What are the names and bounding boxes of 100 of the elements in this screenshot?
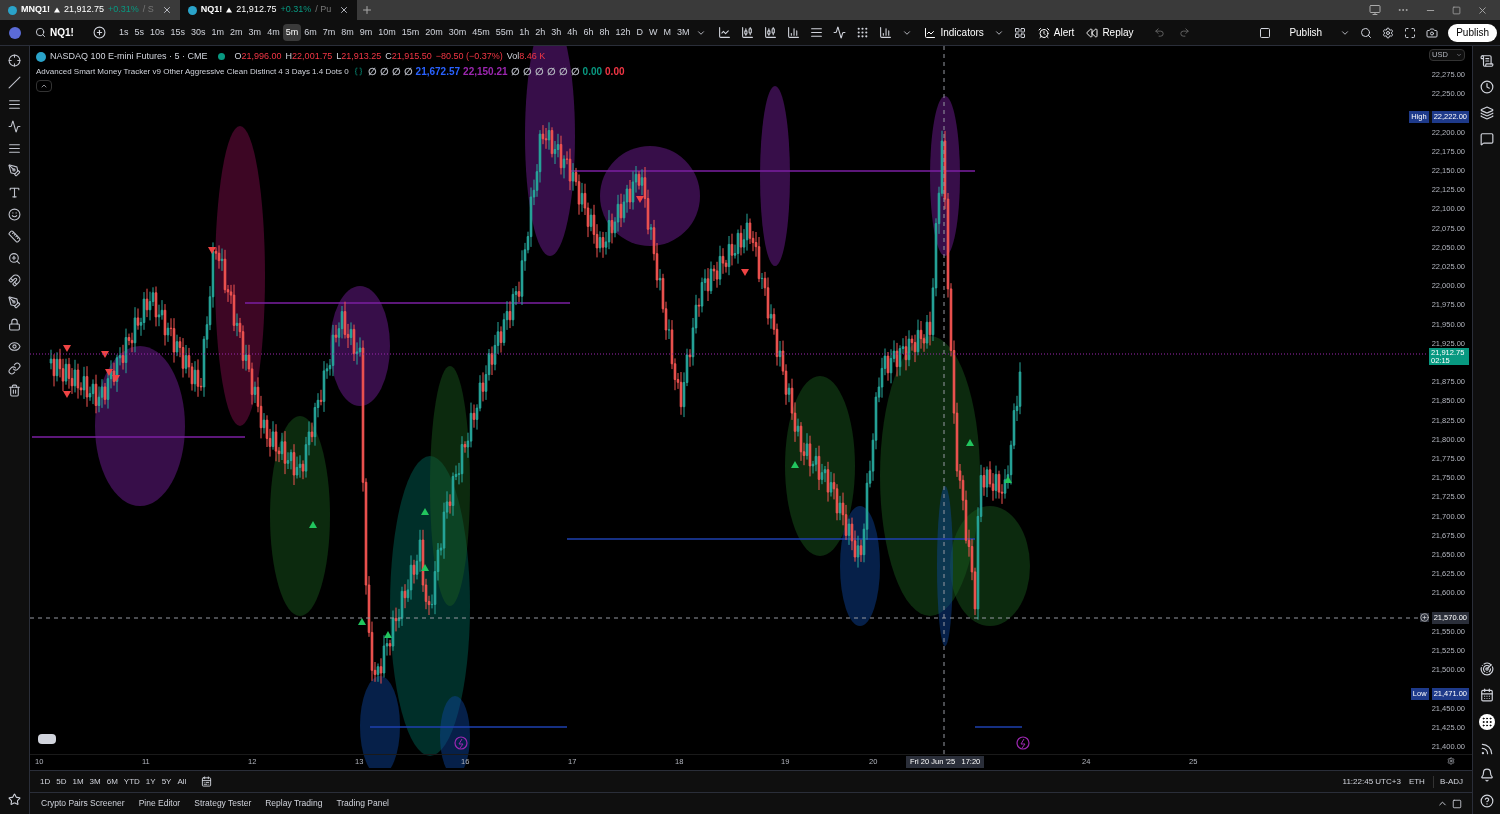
interval-tab[interactable]: 10m (375, 24, 399, 41)
interval-tab[interactable]: W (645, 24, 661, 41)
fullscreen-icon[interactable] (1404, 26, 1417, 39)
range-button[interactable]: 6M (103, 775, 121, 788)
interval-tab[interactable]: 1s (116, 24, 132, 41)
new-tab-icon[interactable] (361, 4, 374, 16)
lines-icon[interactable] (8, 98, 21, 111)
zoom-in-icon[interactable] (8, 252, 21, 265)
layers-icon[interactable] (1479, 106, 1494, 120)
braces-icon[interactable] (353, 67, 363, 76)
interval-tab[interactable]: 8m (338, 24, 357, 41)
interval-tab[interactable]: 5m (282, 24, 302, 41)
interval-tab[interactable]: 30m (445, 24, 470, 41)
chat-icon[interactable] (1479, 132, 1494, 146)
alarm-icon[interactable] (1479, 80, 1494, 94)
dots-icon[interactable] (856, 26, 870, 39)
interval-tab[interactable]: 2m (227, 24, 246, 41)
interval-tab[interactable]: 12h (612, 24, 634, 41)
apps-icon[interactable] (1478, 714, 1495, 730)
close-icon[interactable] (1477, 4, 1488, 16)
calendar-icon[interactable] (201, 776, 213, 787)
interval-tab[interactable]: 3M (673, 24, 693, 41)
ruler-icon[interactable] (8, 230, 21, 243)
candles-icon[interactable] (741, 26, 755, 39)
add-symbol-icon[interactable] (93, 26, 106, 39)
indicators-button[interactable]: Indicators (924, 25, 984, 40)
undo-icon[interactable] (1153, 27, 1165, 38)
link-icon[interactable] (8, 362, 21, 375)
lightning-icon[interactable] (1016, 736, 1030, 750)
text-icon[interactable] (8, 186, 21, 199)
panel-tab[interactable]: Strategy Tester (189, 797, 257, 810)
feed-icon[interactable] (1479, 742, 1494, 756)
interval-tab[interactable]: 6m (301, 24, 320, 41)
range-button[interactable]: 5Y (158, 775, 175, 788)
search-icon[interactable] (1360, 26, 1373, 39)
range-button[interactable]: 1Y (142, 775, 159, 788)
interval-tab[interactable]: 7m (319, 24, 339, 41)
lock-icon[interactable] (8, 318, 21, 331)
browser-tab[interactable]: NQ1! 21,912.75 +0.31% / Pu (179, 0, 358, 20)
watchlist-icon[interactable] (1479, 54, 1494, 68)
smiley-icon[interactable] (8, 208, 21, 221)
calendar-icon[interactable] (1479, 688, 1494, 702)
range-button[interactable]: 1D (37, 775, 54, 788)
panel-tab[interactable]: Pine Editor (133, 797, 186, 810)
interval-tab[interactable]: 5s (131, 24, 148, 41)
trash-icon[interactable] (8, 384, 21, 397)
interval-tab[interactable]: 3m (245, 24, 265, 41)
interval-tab[interactable]: 3h (548, 24, 565, 41)
crosshair-icon[interactable] (8, 54, 21, 67)
interval-tab[interactable]: M (660, 24, 674, 41)
close-icon[interactable] (339, 5, 350, 15)
interval-tab[interactable]: D (633, 24, 646, 41)
bars-icon[interactable] (787, 26, 801, 39)
panel-tab[interactable]: Crypto Pairs Screener (36, 797, 130, 810)
interval-tab[interactable]: 1m (208, 24, 228, 41)
checkbox-icon[interactable] (1259, 26, 1272, 39)
interval-tab[interactable]: 10s (147, 24, 168, 41)
star-icon[interactable] (8, 793, 21, 806)
interval-tab[interactable]: 20m (422, 24, 446, 41)
interval-tab[interactable]: 15m (398, 24, 423, 41)
settings-icon[interactable] (1447, 757, 1455, 765)
interval-tab[interactable]: 1h (516, 24, 533, 41)
columns-icon[interactable] (810, 26, 824, 39)
session-toggle[interactable]: ETH (1408, 775, 1425, 788)
adjustment-toggle[interactable]: B-ADJ (1432, 775, 1463, 788)
interval-tab[interactable]: 8h (596, 24, 613, 41)
close-icon[interactable] (161, 5, 172, 15)
lightning-icon[interactable] (454, 736, 468, 750)
maximize-icon[interactable] (1452, 798, 1462, 809)
publish-menu[interactable]: Publish (1281, 25, 1331, 40)
magnet-icon[interactable] (8, 274, 21, 287)
bell-icon[interactable] (1479, 768, 1494, 782)
eye-icon[interactable] (8, 340, 21, 353)
monitor-icon[interactable] (1369, 4, 1381, 16)
interval-tab[interactable]: 15s (167, 24, 189, 41)
range-button[interactable]: 3M (86, 775, 104, 788)
range-button[interactable]: 1M (69, 775, 87, 788)
trend-line-icon[interactable] (8, 76, 21, 89)
symbol-search[interactable]: NQ1! (35, 25, 93, 40)
interval-tab[interactable]: 45m (469, 24, 493, 41)
layout-icon[interactable] (1013, 26, 1026, 39)
add-alert-icon[interactable] (1419, 613, 1429, 623)
settings-icon[interactable] (1382, 26, 1395, 39)
maximize-icon[interactable] (1452, 5, 1461, 15)
line-chart-icon[interactable] (718, 26, 732, 39)
help-icon[interactable] (1479, 794, 1494, 808)
range-button[interactable]: YTD (120, 775, 143, 788)
interval-tab[interactable]: 4h (564, 24, 581, 41)
interval-tab[interactable]: 4m (264, 24, 283, 41)
range-button[interactable]: All (174, 775, 190, 788)
interval-tab[interactable]: 2h (532, 24, 549, 41)
interval-tab[interactable]: 30s (188, 24, 209, 41)
interval-tab[interactable]: 6h (580, 24, 597, 41)
radar-icon[interactable] (1479, 662, 1494, 676)
alert-button[interactable]: Alert (1037, 25, 1075, 40)
camera-icon[interactable] (1426, 26, 1439, 39)
redo-icon[interactable] (1178, 27, 1190, 38)
replay-button[interactable]: Replay (1086, 25, 1134, 40)
range-button[interactable]: 5D (53, 775, 70, 788)
panel-tab[interactable]: Replay Trading (260, 797, 328, 810)
